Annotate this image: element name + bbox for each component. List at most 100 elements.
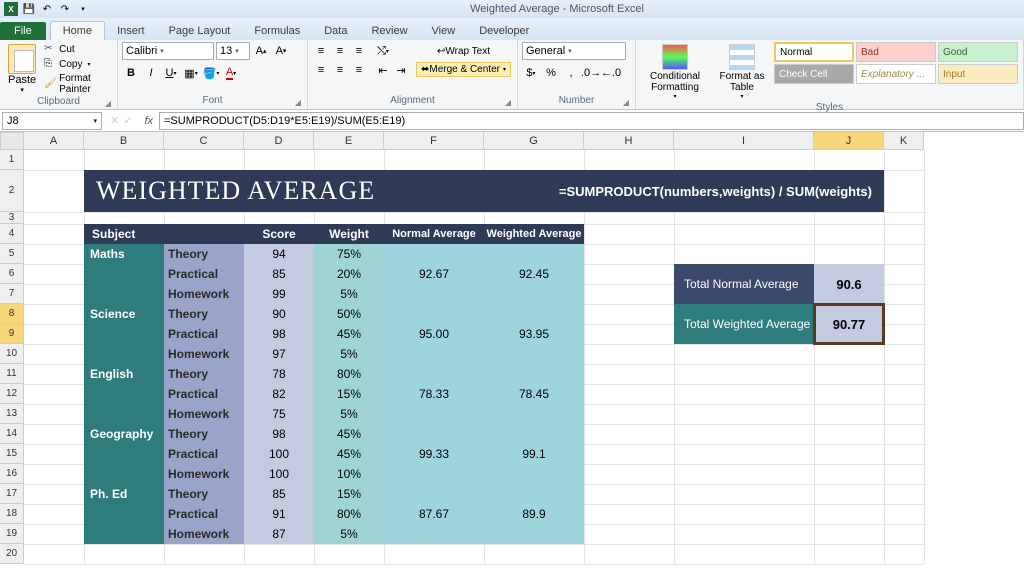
cell-score-6[interactable]: 85 <box>244 264 314 284</box>
font-name-combo[interactable]: Calibri▾ <box>122 42 214 60</box>
cell-weight-15[interactable]: 45% <box>314 444 384 464</box>
column-header-G[interactable]: G <box>484 132 584 150</box>
cell-wavg-8[interactable]: 93.95 <box>484 304 584 364</box>
summary-normal-value[interactable]: 90.6 <box>814 264 884 304</box>
column-header-D[interactable]: D <box>244 132 314 150</box>
cell-score-12[interactable]: 82 <box>244 384 314 404</box>
cell-styles-gallery[interactable]: Normal Bad Good Check Cell Explanatory .… <box>774 42 1018 102</box>
row-header-5[interactable]: 5 <box>0 244 24 264</box>
summary-weighted-label[interactable]: Total Weighted Average <box>674 304 814 344</box>
border-button[interactable]: ▦▾ <box>182 64 200 82</box>
shrink-font-button[interactable]: A▾ <box>272 42 290 60</box>
cell-subject-9[interactable] <box>84 324 164 344</box>
column-header-H[interactable]: H <box>584 132 674 150</box>
dialog-launcher-icon[interactable]: ◢ <box>105 99 111 108</box>
style-explanatory[interactable]: Explanatory ... <box>856 64 936 84</box>
cell-type-19[interactable]: Homework <box>164 524 244 544</box>
style-input[interactable]: Input <box>938 64 1018 84</box>
summary-weighted-value[interactable]: 90.77 <box>814 304 884 344</box>
cell-type-16[interactable]: Homework <box>164 464 244 484</box>
tab-review[interactable]: Review <box>359 22 419 40</box>
tab-insert[interactable]: Insert <box>105 22 157 40</box>
cell-score-10[interactable]: 97 <box>244 344 314 364</box>
align-center-button[interactable]: ≡ <box>331 61 349 79</box>
row-header-1[interactable]: 1 <box>0 150 24 170</box>
cell-subject-18[interactable] <box>84 504 164 524</box>
cell-weight-10[interactable]: 5% <box>314 344 384 364</box>
column-header-E[interactable]: E <box>314 132 384 150</box>
cell-subject-14[interactable]: Geography <box>84 424 164 444</box>
align-left-button[interactable]: ≡ <box>312 61 330 79</box>
column-header-K[interactable]: K <box>884 132 924 150</box>
th-subject[interactable]: Subject <box>84 224 244 244</box>
cell-type-10[interactable]: Homework <box>164 344 244 364</box>
row-header-15[interactable]: 15 <box>0 444 24 464</box>
number-format-combo[interactable]: General▾ <box>522 42 626 60</box>
cell-score-5[interactable]: 94 <box>244 244 314 264</box>
copy-button[interactable]: ⎘Copy▾ <box>42 57 113 71</box>
cell-score-13[interactable]: 75 <box>244 404 314 424</box>
cell-weight-7[interactable]: 5% <box>314 284 384 304</box>
dialog-launcher-icon[interactable]: ◢ <box>295 98 301 107</box>
cell-weight-5[interactable]: 75% <box>314 244 384 264</box>
cell-weight-18[interactable]: 80% <box>314 504 384 524</box>
row-header-14[interactable]: 14 <box>0 424 24 444</box>
cell-navg-11[interactable]: 78.33 <box>384 364 484 424</box>
worksheet[interactable]: ABCDEFGHIJK 1234567891011121314151617181… <box>0 132 1024 575</box>
align-bottom-button[interactable]: ≡ <box>350 42 368 60</box>
summary-normal-label[interactable]: Total Normal Average <box>674 264 814 304</box>
cell-score-19[interactable]: 87 <box>244 524 314 544</box>
row-header-12[interactable]: 12 <box>0 384 24 404</box>
cell-navg-14[interactable]: 99.33 <box>384 424 484 484</box>
cell-score-11[interactable]: 78 <box>244 364 314 384</box>
cell-weight-13[interactable]: 5% <box>314 404 384 424</box>
underline-button[interactable]: U▾ <box>162 64 180 82</box>
row-header-17[interactable]: 17 <box>0 484 24 504</box>
cell-type-12[interactable]: Practical <box>164 384 244 404</box>
row-header-20[interactable]: 20 <box>0 544 24 564</box>
column-header-A[interactable]: A <box>24 132 84 150</box>
cell-wavg-14[interactable]: 99.1 <box>484 424 584 484</box>
cell-wavg-11[interactable]: 78.45 <box>484 364 584 424</box>
tab-data[interactable]: Data <box>312 22 359 40</box>
cell-navg-17[interactable]: 87.67 <box>384 484 484 544</box>
row-header-16[interactable]: 16 <box>0 464 24 484</box>
paste-button[interactable]: Paste ▾ <box>4 42 40 96</box>
decrease-decimal-button[interactable]: ←.0 <box>602 64 620 82</box>
cell-wavg-17[interactable]: 89.9 <box>484 484 584 544</box>
tab-developer[interactable]: Developer <box>467 22 541 40</box>
th-navg[interactable]: Normal Average <box>384 224 484 244</box>
grow-font-button[interactable]: A▴ <box>252 42 270 60</box>
cell-weight-19[interactable]: 5% <box>314 524 384 544</box>
name-box[interactable]: J8 ▾ <box>2 112 102 130</box>
column-header-B[interactable]: B <box>84 132 164 150</box>
cell-score-18[interactable]: 91 <box>244 504 314 524</box>
font-color-button[interactable]: A▾ <box>222 64 240 82</box>
row-header-11[interactable]: 11 <box>0 364 24 384</box>
cell-subject-16[interactable] <box>84 464 164 484</box>
format-painter-button[interactable]: 🖌Format Painter <box>42 72 113 96</box>
cell-subject-7[interactable] <box>84 284 164 304</box>
comma-button[interactable]: , <box>562 64 580 82</box>
file-tab[interactable]: File <box>0 22 46 40</box>
cell-type-9[interactable]: Practical <box>164 324 244 344</box>
format-as-table-button[interactable]: Format as Table▾ <box>712 42 772 102</box>
align-top-button[interactable]: ≡ <box>312 42 330 60</box>
cell-score-9[interactable]: 98 <box>244 324 314 344</box>
cell-weight-8[interactable]: 50% <box>314 304 384 324</box>
row-header-19[interactable]: 19 <box>0 524 24 544</box>
undo-icon[interactable]: ↶ <box>40 2 54 16</box>
merge-center-button[interactable]: ⬌ Merge & Center ▾ <box>416 62 511 77</box>
th-wavg[interactable]: Weighted Average <box>484 224 584 244</box>
cell-score-15[interactable]: 100 <box>244 444 314 464</box>
column-header-F[interactable]: F <box>384 132 484 150</box>
style-normal[interactable]: Normal <box>774 42 854 62</box>
fx-icon[interactable]: fx <box>138 115 159 127</box>
cell-subject-8[interactable]: Science <box>84 304 164 324</box>
enter-icon[interactable]: ✓ <box>123 114 132 127</box>
row-header-8[interactable]: 8 <box>0 304 24 324</box>
row-header-7[interactable]: 7 <box>0 284 24 304</box>
row-header-13[interactable]: 13 <box>0 404 24 424</box>
row-header-3[interactable]: 3 <box>0 212 24 224</box>
style-check-cell[interactable]: Check Cell <box>774 64 854 84</box>
